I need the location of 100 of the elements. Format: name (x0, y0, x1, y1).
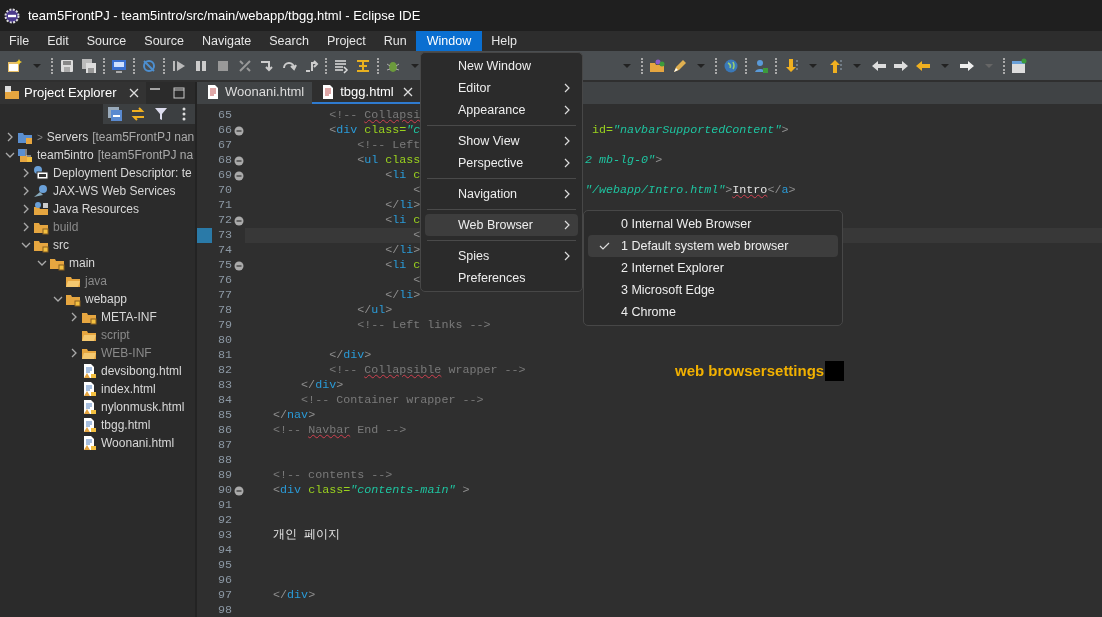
menu-item[interactable]: Preferences (425, 267, 578, 289)
tree-item[interactable]: team5intro (37, 146, 94, 164)
menu-item[interactable]: Navigate (192, 31, 261, 51)
tree-item[interactable]: tbgg.html (101, 416, 151, 434)
line-number: 86 (216, 423, 232, 438)
code-text: < (412, 273, 421, 288)
code-text: <!-- Container wrapper --> (300, 393, 484, 408)
code-text: <!-- Collapsi (328, 108, 421, 123)
tree-item[interactable]: nylonmusk.html (101, 398, 185, 416)
window-icon[interactable] (1011, 57, 1027, 74)
line-number: 97 (216, 588, 232, 603)
close-icon[interactable] (128, 87, 141, 99)
chevron-icon (562, 251, 572, 261)
editor-tab[interactable]: Woonani.html (197, 82, 313, 104)
panel-tab[interactable]: Project Explorer (0, 82, 147, 104)
link-icon[interactable] (129, 106, 146, 122)
menu-item[interactable]: Spies (425, 245, 578, 267)
code-text: <ul class (356, 153, 420, 168)
collapse-icon[interactable] (233, 485, 244, 496)
menu-item[interactable]: Editor (425, 77, 578, 99)
collapse-icon[interactable] (233, 170, 244, 181)
code-text: <div class="contents-main" > (272, 483, 470, 498)
line-number: 94 (216, 543, 232, 558)
tree-item[interactable]: JAX-WS Web Services (53, 182, 176, 200)
tree-item[interactable]: src (53, 236, 69, 254)
tree-item[interactable]: webapp (85, 290, 128, 308)
skip-icon[interactable] (141, 57, 157, 74)
line-number: 96 (216, 573, 232, 588)
collapse-icon[interactable] (233, 215, 244, 226)
save-all-icon[interactable] (81, 57, 97, 74)
menu-item[interactable]: Appearance (425, 99, 578, 121)
line-number: 83 (216, 378, 232, 393)
menu-item[interactable]: Source (135, 31, 193, 51)
code-text: <li c (384, 258, 421, 273)
code-text: </div> (328, 348, 372, 363)
maximize-icon[interactable] (171, 85, 187, 101)
collapse-icon[interactable] (233, 125, 244, 136)
tree-item[interactable]: Java Resources (53, 200, 140, 218)
tree-item[interactable]: build (53, 218, 79, 236)
menu-item[interactable]: 3 Microsoft Edge (588, 279, 838, 301)
code-text: 2 mb-lg-0"> (585, 153, 663, 168)
tree-item[interactable]: script (101, 326, 130, 344)
menu-item[interactable]: Help (482, 31, 526, 51)
menu-item[interactable]: Source (77, 31, 136, 51)
menu-item[interactable]: Window (415, 31, 483, 51)
code-text: <!-- Left (356, 138, 421, 153)
code-text: </nav> (272, 408, 316, 423)
resources-icon (33, 201, 49, 217)
line-number: 71 (216, 198, 232, 213)
line-number: 85 (216, 408, 232, 423)
tree-item[interactable]: WEB-INF (101, 344, 152, 362)
monitor-icon[interactable] (111, 57, 127, 74)
folder-icon[interactable] (649, 57, 665, 74)
globe-icon[interactable] (723, 57, 739, 74)
tree-item[interactable]: Woonani.html (101, 434, 175, 452)
tree-item[interactable]: Servers (46, 128, 89, 146)
step-return-icon[interactable] (303, 57, 319, 74)
menu-item[interactable]: Search (260, 31, 318, 51)
menu-item[interactable]: Web Browser (425, 214, 578, 236)
line-number: 74 (216, 243, 232, 258)
menu-item[interactable]: New Window (425, 55, 578, 77)
collapse-icon[interactable] (233, 260, 244, 271)
menu-item[interactable]: Navigation (425, 183, 578, 205)
save-icon[interactable] (59, 57, 75, 74)
code-text: "/webapp/Intro.html">Intro</a> (585, 183, 796, 198)
filter-icon[interactable] (152, 106, 169, 122)
menu-item[interactable]: 1 Default system web browser (588, 235, 838, 257)
tree-item[interactable]: index.html (101, 380, 156, 398)
tree-item[interactable]: Deployment Descriptor: te (53, 164, 192, 182)
menu-item[interactable]: 2 Internet Explorer (588, 257, 838, 279)
file-icon (81, 381, 97, 397)
step-filter-icon[interactable] (355, 57, 371, 74)
menu-item[interactable]: Perspective (425, 152, 578, 174)
disconnect-icon[interactable] (237, 57, 253, 74)
line-number: 65 (216, 108, 232, 123)
menu-item[interactable]: Run (374, 31, 416, 51)
line-number: 79 (216, 318, 232, 333)
new-file-icon[interactable] (7, 57, 23, 74)
line-number: 67 (216, 138, 232, 153)
editor-tab[interactable]: tbgg.html (312, 82, 422, 104)
tree-item[interactable]: java (85, 272, 107, 290)
code-text: <div class="c (328, 123, 420, 138)
menu-item[interactable]: Edit (38, 31, 78, 51)
menu-item[interactable]: File (0, 31, 39, 51)
close-icon[interactable] (401, 86, 414, 98)
menu-item[interactable]: 0 Internal Web Browser (588, 213, 838, 235)
code-text: <li c (384, 213, 421, 228)
menu-item[interactable]: 4 Chrome (588, 301, 838, 323)
person-icon[interactable] (753, 57, 769, 74)
collapse-icon[interactable] (233, 155, 244, 166)
collapse-all-icon[interactable] (106, 106, 123, 122)
list-icon[interactable] (333, 57, 349, 74)
tree-item[interactable]: META-INF (101, 308, 157, 326)
pen-icon[interactable] (671, 57, 687, 74)
menu-item[interactable]: Show View (425, 130, 578, 152)
line-number: 90 (216, 483, 232, 498)
tree-item[interactable]: devsibong.html (101, 362, 182, 380)
menu-item[interactable]: Project (317, 31, 375, 51)
tree-item[interactable]: main (69, 254, 95, 272)
code-text: </li> (384, 288, 421, 303)
